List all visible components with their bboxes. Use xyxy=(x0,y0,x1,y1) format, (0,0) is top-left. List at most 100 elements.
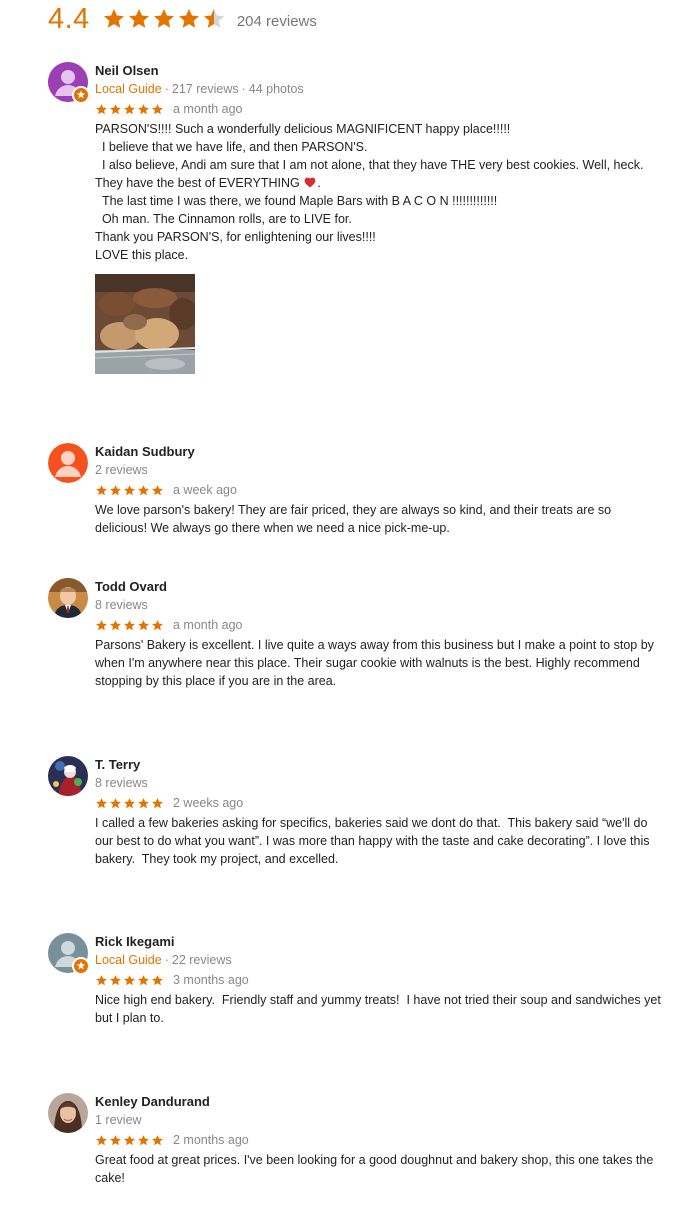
reviewer-review-count: 8 reviews xyxy=(95,776,148,790)
reviewer-review-count: 217 reviews xyxy=(171,82,239,96)
user-silhouette-icon xyxy=(48,443,88,483)
review-text-line: but I plan to. xyxy=(95,1011,164,1025)
star-icon xyxy=(152,619,163,630)
review-text: We love parson's bakery! They are fair p… xyxy=(95,501,688,537)
star-icon xyxy=(110,974,121,985)
star-icon xyxy=(110,1134,121,1145)
review-text-line: The last time I was there, we found Mapl… xyxy=(95,194,498,208)
star-icon xyxy=(96,974,107,985)
review-rating-row: a month ago xyxy=(95,615,688,635)
review-stars xyxy=(95,619,165,632)
star-icon xyxy=(124,484,135,495)
star-icon xyxy=(103,9,124,28)
star-icon xyxy=(152,103,163,114)
avatar[interactable] xyxy=(48,578,88,618)
average-rating: 4.4 xyxy=(48,2,90,35)
star-icon xyxy=(110,484,121,495)
review-text-line-with-heart: They have the best of EVERYTHING . xyxy=(95,176,321,190)
avatar[interactable] xyxy=(48,756,88,796)
review-time: a month ago xyxy=(173,102,243,116)
reviewer-name[interactable]: Kaidan Sudbury xyxy=(95,443,688,461)
review-text: Parsons' Bakery is excellent. I live qui… xyxy=(95,636,688,690)
reviewer-name[interactable]: T. Terry xyxy=(95,756,688,774)
star-icon xyxy=(124,974,135,985)
profile-photo xyxy=(48,578,88,618)
review-stars xyxy=(95,974,165,987)
review-text-line: I called a few bakeries asking for speci… xyxy=(95,816,648,830)
half-star-icon xyxy=(203,9,224,28)
reviewer-review-count: 1 review xyxy=(95,1113,142,1127)
reviewer-photo-count: 44 photos xyxy=(248,82,304,96)
star-icon xyxy=(96,797,107,808)
star-icon xyxy=(124,1134,135,1145)
star-icon xyxy=(178,9,199,28)
review-text: PARSON'S!!!! Such a wonderfully deliciou… xyxy=(95,120,688,264)
star-icon xyxy=(152,797,163,808)
review-text-line: PARSON'S!!!! Such a wonderfully deliciou… xyxy=(95,122,511,136)
reviewer-name[interactable]: Rick Ikegami xyxy=(95,933,688,951)
review-text: Nice high end bakery. Friendly staff and… xyxy=(95,991,688,1027)
reviewer-meta: Local Guide · 217 reviews · 44 photos xyxy=(95,82,304,96)
avatar[interactable] xyxy=(48,933,90,975)
review-text-line: Great food at great prices. I've been lo… xyxy=(95,1153,654,1167)
review-stars xyxy=(95,484,165,497)
star-icon xyxy=(152,974,163,985)
star-icon xyxy=(124,103,135,114)
review-text-line: We love parson's bakery! They are fair p… xyxy=(95,503,612,517)
reviewer-meta: Local Guide · 22 reviews xyxy=(95,953,232,967)
star-icon xyxy=(96,619,107,630)
review-rating-row: a month ago xyxy=(95,99,688,119)
review-stars xyxy=(95,103,165,116)
review-time: 2 weeks ago xyxy=(173,796,244,810)
review-time: a week ago xyxy=(173,483,237,497)
review-text-line: Parsons' Bakery is excellent. I live qui… xyxy=(95,638,654,652)
star-icon xyxy=(138,797,149,808)
reviewer-name[interactable]: Neil Olsen xyxy=(95,62,688,80)
local-guide-badge-icon xyxy=(72,86,90,104)
review-rating-row: 2 months ago xyxy=(95,1130,688,1150)
reviewer-name[interactable]: Kenley Dandurand xyxy=(95,1093,688,1111)
avatar[interactable] xyxy=(48,1093,88,1133)
review-text-line: stopping by this place if you are in the… xyxy=(95,674,337,688)
local-guide-badge-icon xyxy=(72,957,90,975)
reviewer-review-count: 2 reviews xyxy=(95,463,148,477)
reviewer-review-count: 8 reviews xyxy=(95,598,148,612)
rating-summary: 4.4 204 reviews xyxy=(48,0,317,38)
review-text-line: bakery. They took my project, and excell… xyxy=(95,852,339,866)
star-icon xyxy=(124,619,135,630)
star-icon xyxy=(152,484,163,495)
star-icon xyxy=(138,974,149,985)
review-text: I called a few bakeries asking for speci… xyxy=(95,814,688,868)
review-stars xyxy=(95,1134,165,1147)
star-icon xyxy=(110,797,121,808)
star-icon xyxy=(96,484,107,495)
star-icon xyxy=(96,1134,107,1145)
avatar[interactable] xyxy=(48,62,90,104)
profile-photo xyxy=(48,756,88,796)
review-text-line: Oh man. The Cinnamon rolls, are to LIVE … xyxy=(95,212,352,226)
pastry-tray-photo xyxy=(94,274,197,374)
review-stars xyxy=(95,797,165,810)
review-text-line: Thank you PARSON'S, for enlightening our… xyxy=(95,230,376,244)
reviewer-review-count: 22 reviews xyxy=(171,953,232,967)
review-photo[interactable] xyxy=(94,274,197,374)
average-rating-stars xyxy=(102,7,227,31)
review-time: a month ago xyxy=(173,618,243,632)
avatar[interactable] xyxy=(48,443,88,483)
star-icon xyxy=(128,9,149,28)
review-time: 2 months ago xyxy=(173,1133,249,1147)
local-guide-label: Local Guide xyxy=(95,82,162,96)
review-text-line: I also believe, Andi am sure that I am n… xyxy=(95,158,644,172)
star-icon xyxy=(110,619,121,630)
review-text-line: cake! xyxy=(95,1171,125,1185)
review-text-line: Nice high end bakery. Friendly staff and… xyxy=(95,993,661,1007)
review-text-line: I believe that we have life, and then PA… xyxy=(95,140,368,154)
review-count-link[interactable]: 204 reviews xyxy=(237,9,317,30)
review-time: 3 months ago xyxy=(173,973,249,987)
star-icon xyxy=(138,1134,149,1145)
review-rating-row: a week ago xyxy=(95,480,688,500)
review-text-line: LOVE this place. xyxy=(95,248,189,262)
profile-photo xyxy=(48,1093,88,1133)
reviewer-name[interactable]: Todd Ovard xyxy=(95,578,688,596)
review-text-segment: They have the best of EVERYTHING xyxy=(95,176,304,190)
